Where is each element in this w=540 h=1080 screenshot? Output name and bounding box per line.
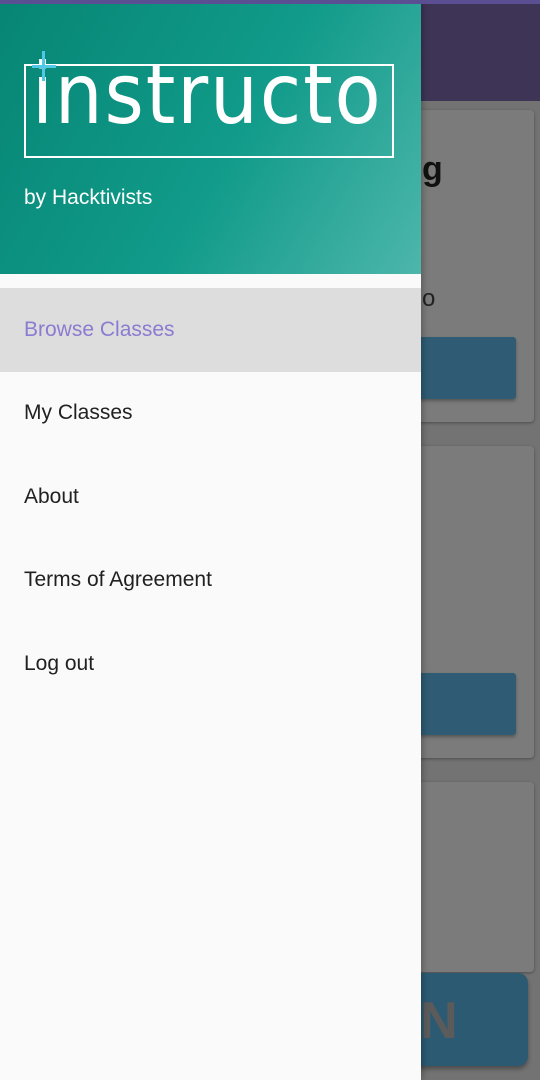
drawer-menu: Browse Classes My Classes About Terms of… [0,288,421,706]
navigation-drawer: instructo by Hacktivists Browse Classes … [0,0,421,1080]
class-card-subtitle: o [422,285,436,312]
menu-item-my-classes[interactable]: My Classes [0,372,421,456]
menu-item-log-out[interactable]: Log out [0,622,421,706]
drawer-header: instructo by Hacktivists [0,0,421,274]
class-card-title: g [422,150,443,188]
menu-item-terms-of-agreement[interactable]: Terms of Agreement [0,539,421,623]
menu-item-about[interactable]: About [0,455,421,539]
header-subtitle: by Hacktivists [24,186,153,209]
class-card: g o [412,110,534,422]
class-card-button [418,673,516,735]
menu-item-browse-classes[interactable]: Browse Classes [0,288,421,372]
fab-label: N [420,992,458,1050]
logo-text: instructo [32,45,383,143]
status-bar [0,0,540,4]
instructo-logo: instructo [24,52,394,158]
class-card [412,446,534,758]
plus-icon [32,51,56,81]
class-card [412,782,534,972]
class-card-button [418,337,516,399]
